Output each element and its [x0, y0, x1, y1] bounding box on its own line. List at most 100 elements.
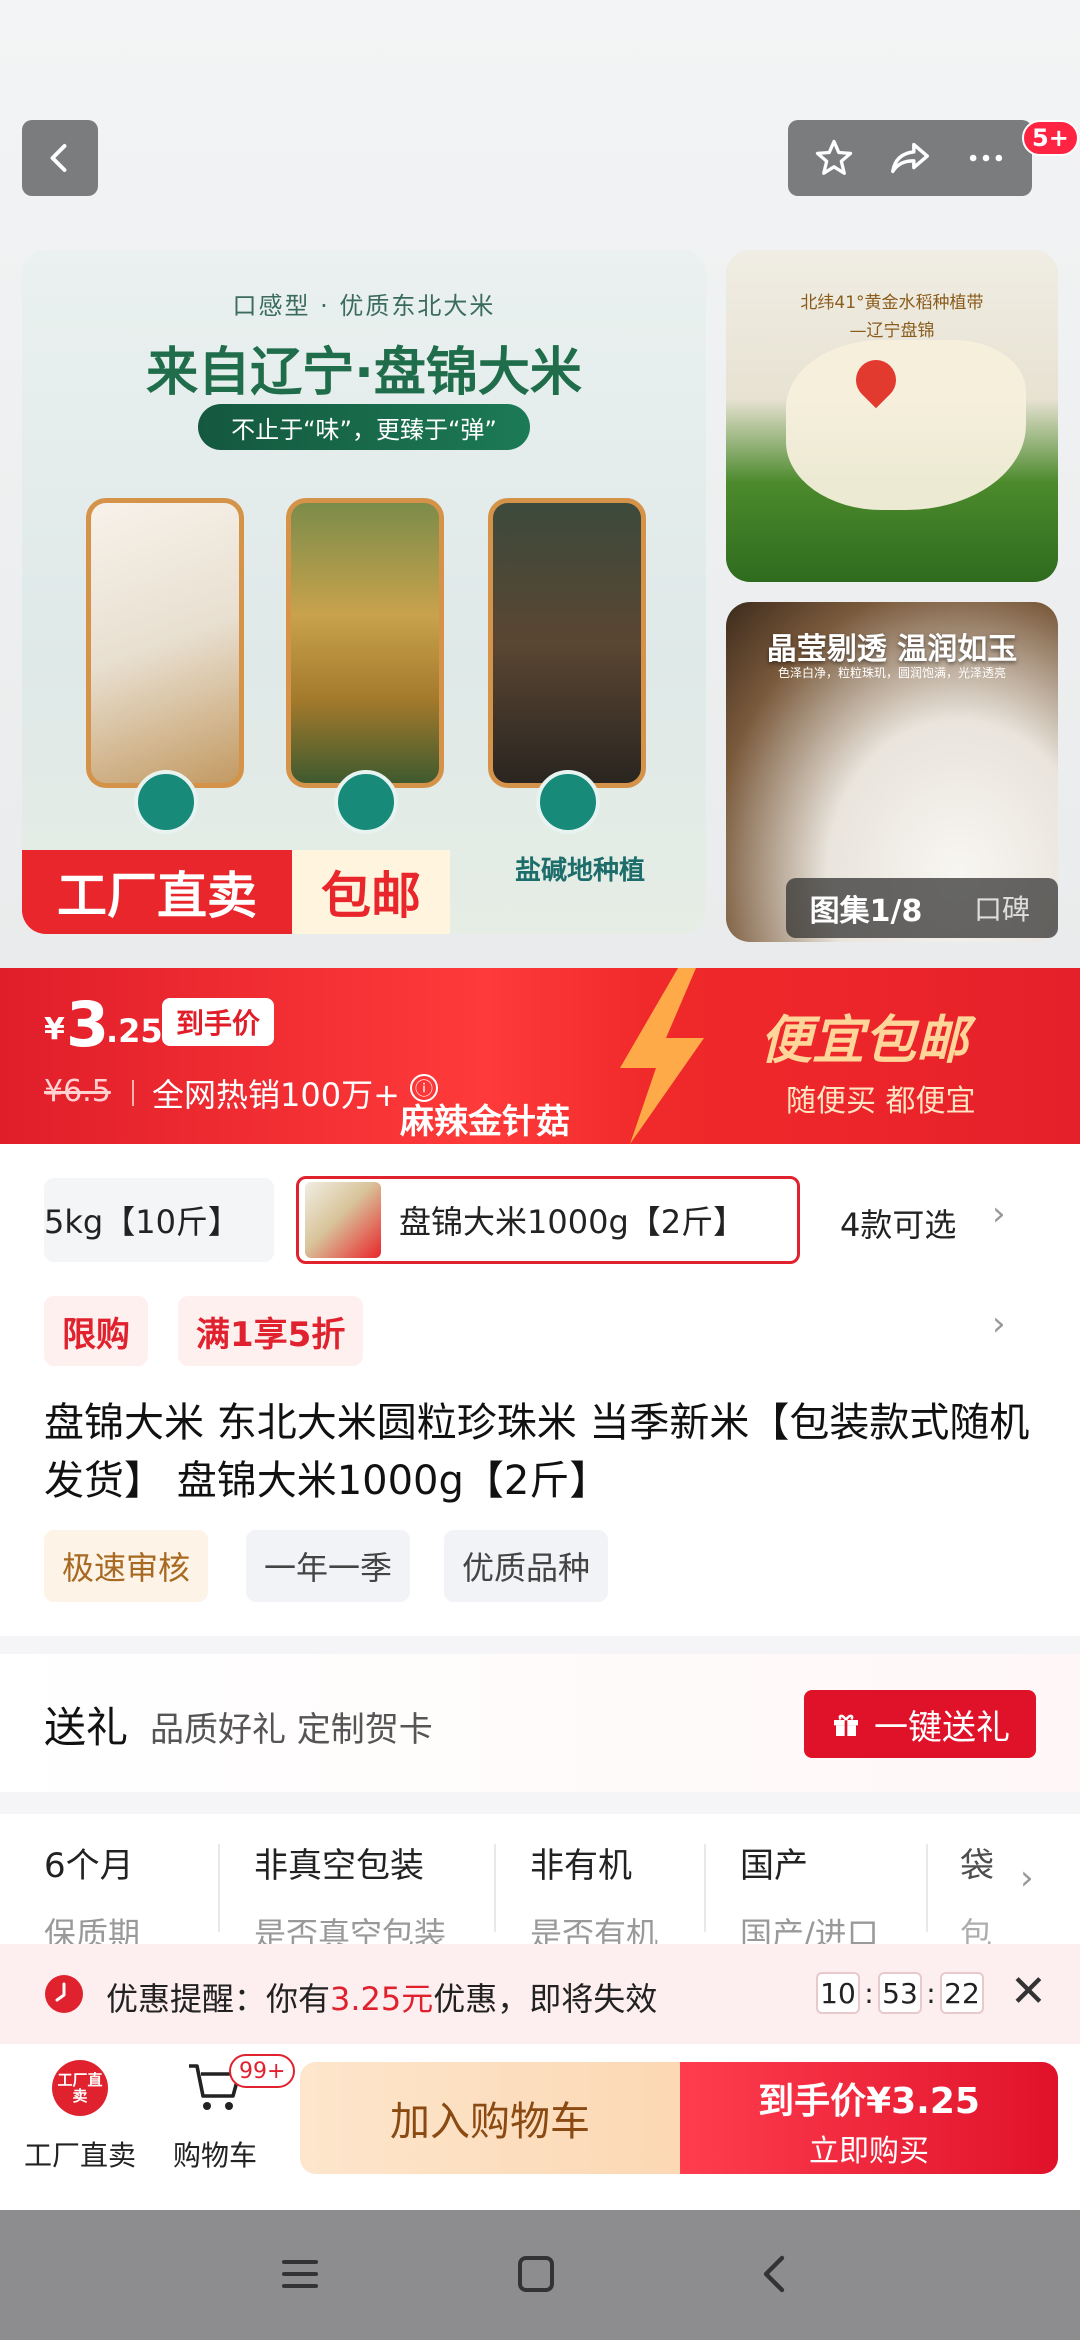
reminder-text: 优惠提醒：你有3.25元优惠，即将失效 — [106, 1974, 657, 2020]
timer-hours: 10 — [816, 1972, 860, 2014]
spec-value: 6个月 — [44, 1846, 134, 1886]
banner-title: 来自辽宁·盘锦大米 — [146, 343, 582, 403]
close-icon[interactable]: ✕ — [1010, 1966, 1047, 2017]
map-caption-line2: —辽宁盘锦 — [849, 321, 935, 341]
price-integer: 3 — [66, 988, 110, 1061]
product-gallery[interactable]: 5+ 口感型 · 优质东北大米 来自辽宁·盘锦大米 不止于“味”，更臻于“弹” … — [0, 0, 1080, 968]
spec-key: 包 — [960, 1915, 993, 1944]
factory-store-button[interactable]: 工厂直卖 工厂直卖 — [22, 2060, 138, 2174]
feature-tag: 极速审核 — [44, 1530, 209, 1602]
cart-label: 购物车 — [172, 2139, 257, 2172]
original-price: ¥6.5 — [44, 1074, 111, 1109]
gift-title: 送礼 — [44, 1703, 129, 1752]
spec-item: 国产 国产/进口 — [740, 1838, 879, 1944]
reviews-tab[interactable]: 口碑 — [946, 888, 1058, 928]
more-badge: 5+ — [1022, 120, 1079, 156]
sku-count[interactable]: 4款可选 — [840, 1200, 956, 1246]
sku-option[interactable]: 5kg【10斤】 — [44, 1178, 274, 1262]
back-button[interactable] — [22, 120, 98, 196]
chevron-right-icon[interactable]: › — [992, 1194, 1006, 1234]
favorite-button[interactable] — [804, 128, 864, 188]
feature-tag: 优质品种 — [444, 1530, 609, 1602]
home-icon[interactable] — [514, 2252, 558, 2296]
spec-divider — [704, 1844, 706, 1932]
price-decimal: .25 — [106, 1012, 163, 1050]
promo-title: 便宜包邮 — [760, 1011, 969, 1071]
promo-subtitle: 随便买 都便宜 — [786, 1084, 976, 1119]
promo-tag-discount[interactable]: 满1享5折 — [178, 1296, 364, 1366]
spec-item: 非真空包装 是否真空包装 — [254, 1838, 446, 1944]
spec-divider — [218, 1844, 220, 1932]
album-tab[interactable]: 图集1/8 — [786, 886, 946, 930]
spec-key: 国产/进口 — [740, 1915, 879, 1944]
lightning-icon — [620, 968, 704, 1144]
grain-icon — [134, 770, 198, 834]
spec-divider — [926, 1844, 928, 1932]
cart-button[interactable]: 99+ 购物车 — [160, 2054, 296, 2174]
spec-item: 6个月 保质期 — [44, 1838, 140, 1944]
cart-icon: 99+ — [185, 2054, 296, 2116]
chevron-right-icon[interactable]: › — [992, 1304, 1006, 1344]
add-to-cart-button[interactable]: 加入购物车 — [300, 2062, 680, 2174]
gift-icon — [834, 1714, 858, 1736]
section-divider — [0, 1792, 1080, 1814]
share-icon — [891, 142, 929, 174]
map-caption-line1: 北纬41°黄金水稻种植带 — [800, 293, 984, 313]
main-product-image[interactable]: 口感型 · 优质东北大米 来自辽宁·盘锦大米 不止于“味”，更臻于“弹” 盐碱地… — [22, 250, 706, 934]
sku-option-label: 盘锦大米1000g【2斤】 — [399, 1203, 746, 1241]
spec-value: 国产 — [740, 1846, 808, 1886]
system-navigation-bar — [0, 2210, 1080, 2340]
free-shipping-label: 包邮 — [292, 850, 450, 934]
factory-store-label: 工厂直卖 — [23, 2139, 136, 2172]
chevron-right-icon[interactable]: › — [1014, 1858, 1034, 1898]
more-button[interactable] — [956, 128, 1016, 188]
hot-sales-text: 全网热销100万+ — [152, 1076, 400, 1114]
banner-slogan: 不止于“味”，更臻于“弹” — [198, 404, 530, 450]
rice-plant-photo — [286, 498, 444, 788]
spec-value: 袋 — [960, 1846, 994, 1886]
spec-key: 保质期 — [44, 1915, 141, 1944]
section-divider — [0, 1636, 1080, 1654]
top-action-group — [788, 120, 1032, 196]
product-title: 盘锦大米 东北大米圆粒珍珠米 当季新米【包装款式随机发货】 盘锦大米1000g【… — [44, 1400, 1030, 1504]
sku-option-selected[interactable]: 盘锦大米1000g【2斤】 — [296, 1176, 800, 1264]
banner-subtitle: 口感型 · 优质东北大米 — [232, 292, 496, 320]
countdown-timer: 10 : 53 : 22 — [816, 1972, 984, 2014]
spec-list[interactable]: 6个月 保质期 非真空包装 是否真空包装 非有机 是否有机 国产 国产/进口 袋… — [0, 1814, 1080, 1944]
menu-icon[interactable] — [278, 2254, 322, 2294]
spec-item: 非有机 是否有机 — [530, 1838, 658, 1944]
send-gift-button[interactable]: 一键送礼 — [804, 1690, 1036, 1758]
back-icon — [50, 144, 67, 172]
back-nav-icon[interactable] — [756, 2252, 792, 2296]
spec-key: 是否有机 — [530, 1915, 659, 1944]
soil-icon — [536, 770, 600, 834]
rice-grain-photo — [86, 498, 244, 788]
buy-price-line: 到手价¥3.25 — [758, 2081, 980, 2122]
rice-bowl-subtitle: 色泽白净，粒粒珠玑，圆润饱满，光泽透亮 — [777, 666, 1006, 680]
banner-caption: 盐碱地种植 — [514, 856, 645, 886]
spec-item: 袋 包 — [960, 1838, 1000, 1944]
gallery-tabs: 图集1/8 口碑 — [786, 878, 1058, 938]
buy-now-button[interactable]: 到手价¥3.25 立即购买 — [680, 2062, 1058, 2174]
price-divider — [132, 1080, 134, 1106]
reminder-suffix: 优惠，即将失效 — [433, 1980, 658, 2018]
final-price-tag: 到手价 — [162, 998, 275, 1046]
promo-tag-limit[interactable]: 限购 — [44, 1296, 148, 1366]
spec-value: 非有机 — [530, 1846, 632, 1886]
gift-subtitle: 品质好礼 定制贺卡 — [150, 1710, 433, 1750]
origin-map-image[interactable]: 北纬41°黄金水稻种植带 —辽宁盘锦 — [726, 250, 1058, 582]
timer-minutes: 53 — [878, 1972, 922, 2014]
factory-logo: 工厂直卖 — [52, 2060, 108, 2116]
price-banner: ¥ 3 .25 到手价 ¥6.5 全网热销100万+ ⓘ 麻辣金针菇 便宜包邮 … — [0, 968, 1080, 1144]
send-gift-label: 一键送礼 — [874, 1707, 1010, 1748]
cart-badge: 99+ — [229, 2054, 296, 2088]
price-currency: ¥ — [44, 1012, 65, 1047]
share-button[interactable] — [880, 128, 940, 188]
coupon-reminder-bar: 优惠提醒：你有3.25元优惠，即将失效 10 : 53 : 22 ✕ — [0, 1944, 1080, 2044]
reminder-prefix: 优惠提醒：你有 — [106, 1980, 331, 2018]
rice-bowl-title: 晶莹剔透 温润如玉 — [766, 632, 1018, 667]
sku-thumbnail — [305, 1182, 381, 1258]
more-icon — [969, 154, 1003, 162]
buy-now-label: 立即购买 — [809, 2134, 929, 2169]
factory-direct-label: 工厂直卖 — [22, 850, 292, 934]
